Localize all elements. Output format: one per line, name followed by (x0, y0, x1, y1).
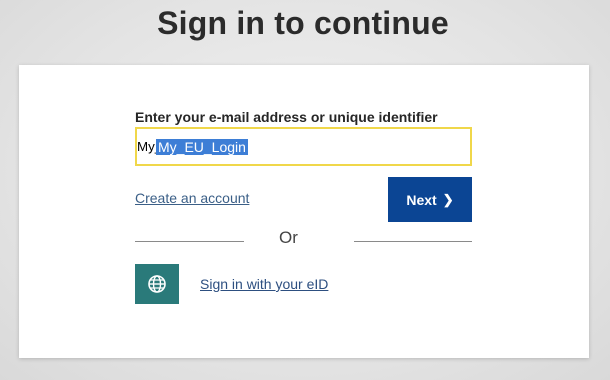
next-button-label: Next (406, 191, 437, 208)
eid-icon-button[interactable] (135, 264, 179, 304)
divider-right (354, 241, 472, 242)
page-title: Sign in to continue (157, 5, 449, 41)
create-account-link[interactable]: Create an account (135, 190, 249, 206)
identifier-label: Enter your e-mail address or unique iden… (135, 109, 438, 125)
next-button[interactable]: Next ❯ (388, 177, 472, 222)
chevron-right-icon: ❯ (442, 191, 454, 207)
identifier-input[interactable] (137, 129, 470, 164)
globe-icon (148, 275, 166, 293)
eid-signin-link[interactable]: Sign in with your eID (200, 276, 328, 292)
or-separator: Or (279, 228, 298, 247)
identifier-input-container[interactable]: My_EU_Login (135, 127, 472, 166)
login-card: Enter your e-mail address or unique iden… (19, 65, 589, 358)
divider-left (135, 241, 244, 242)
